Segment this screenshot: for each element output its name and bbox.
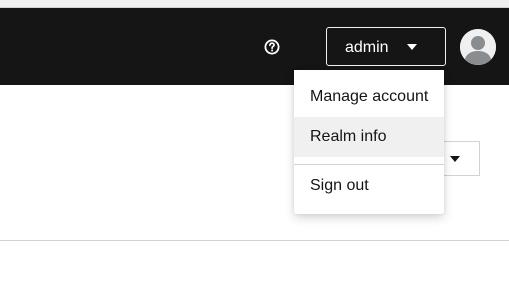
user-dropdown-menu: Manage account Realm info Sign out (294, 70, 444, 214)
menu-item-realm-info[interactable]: Realm info (294, 117, 444, 157)
user-toggle-label: admin (345, 39, 389, 56)
help-button[interactable] (262, 37, 282, 57)
question-circle-icon (264, 39, 280, 55)
menu-item-manage-account[interactable]: Manage account (294, 77, 444, 117)
page-dropdown-toggle[interactable] (440, 141, 480, 176)
caret-down-icon (407, 44, 417, 50)
user-avatar-icon (460, 29, 496, 65)
menu-item-sign-out[interactable]: Sign out (294, 166, 444, 206)
menu-separator (294, 164, 444, 165)
browser-chrome-strip (0, 0, 509, 8)
page-divider (0, 240, 509, 241)
user-dropdown-toggle[interactable]: admin (326, 27, 446, 66)
avatar[interactable] (460, 29, 496, 65)
caret-down-icon (450, 156, 460, 162)
